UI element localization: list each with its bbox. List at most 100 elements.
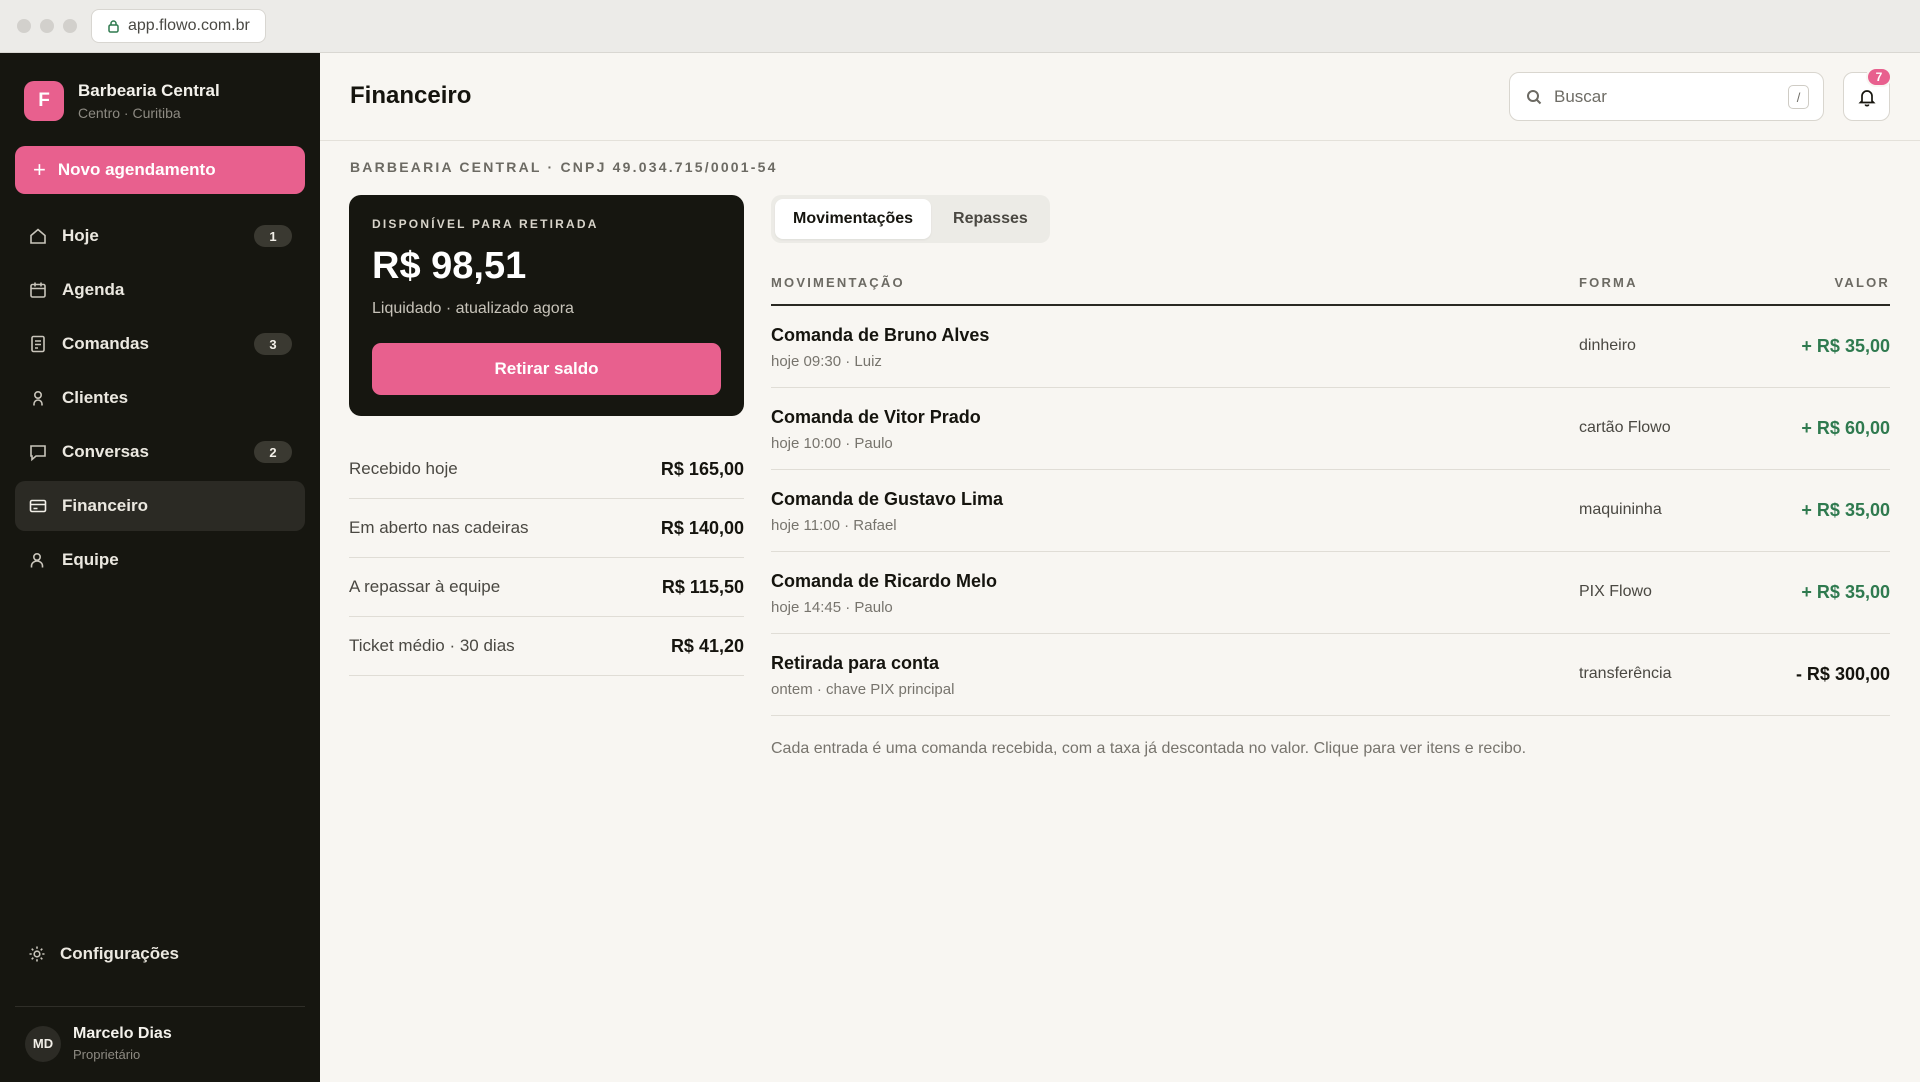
sidebar-item-label: Conversas (62, 442, 149, 461)
receipt-icon (27, 333, 49, 355)
table-row[interactable]: Comanda de Gustavo Lima hoje 11:00 · Raf… (771, 470, 1890, 552)
row-subtitle: ontem · chave PIX principal (771, 681, 955, 698)
avatar: MD (25, 1025, 61, 1062)
person-icon (27, 387, 49, 409)
sidebar-nav: Hoje 1 Agenda Comandas 3 Clientes Conver… (15, 211, 305, 589)
url-text: app.flowo.com.br (128, 17, 250, 34)
stat-row-ticket-medio: Ticket médio · 30 dias R$ 41,20 (349, 617, 744, 676)
column-header-forma: FORMA (1579, 275, 1638, 290)
stats-list: Recebido hoje R$ 165,00 Em aberto nas ca… (349, 440, 744, 676)
tab-bar: Movimentações Repasses (771, 195, 1050, 243)
maximize-window-dot[interactable] (63, 19, 77, 33)
sidebar-item-comandas[interactable]: Comandas 3 (15, 319, 305, 369)
address-bar[interactable]: app.flowo.com.br (91, 9, 266, 43)
new-appointment-label: Novo agendamento (57, 160, 216, 179)
row-method: transferência (1579, 665, 1672, 682)
gear-icon (29, 946, 45, 962)
table-row[interactable]: Comanda de Vitor Prado hoje 10:00 · Paul… (771, 388, 1890, 470)
sidebar: F Barbearia Central Centro · Curitiba + … (0, 53, 320, 1082)
row-subtitle: hoje 09:30 · Luiz (771, 353, 882, 370)
bell-icon (1857, 89, 1876, 107)
calendar-icon (27, 279, 49, 301)
row-title: Comanda de Vitor Prado (771, 407, 981, 427)
app-window: app.flowo.com.br F Barbearia Central Cen… (0, 0, 1920, 1082)
row-method: maquininha (1579, 501, 1662, 518)
tab-repasses[interactable]: Repasses (935, 199, 1046, 239)
user-name: Marcelo Dias (73, 1025, 172, 1042)
search-input[interactable] (1554, 86, 1774, 107)
new-appointment-button[interactable]: + Novo agendamento (15, 146, 305, 194)
stat-value: R$ 165,00 (660, 458, 744, 479)
stat-value: R$ 140,00 (660, 517, 744, 538)
user-role: Proprietário (73, 1047, 141, 1062)
search-icon (1527, 89, 1542, 104)
tab-movimentacoes[interactable]: Movimentações (775, 199, 932, 239)
search-shortcut-key: / (1788, 85, 1809, 109)
minimize-window-dot[interactable] (40, 19, 54, 33)
row-subtitle: hoje 11:00 · Rafael (771, 517, 897, 534)
count-badge: 3 (254, 333, 292, 355)
balance-card: DISPONÍVEL PARA RETIRADA R$ 98,51 Liquid… (349, 195, 744, 416)
sidebar-item-clientes[interactable]: Clientes (15, 373, 305, 423)
stat-label: Em aberto nas cadeiras (349, 518, 529, 537)
stat-value: R$ 115,50 (661, 576, 744, 597)
user-profile[interactable]: MD Marcelo Dias Proprietário (25, 1025, 172, 1062)
sidebar-item-conversas[interactable]: Conversas 2 (15, 427, 305, 477)
table-row[interactable]: Comanda de Bruno Alves hoje 09:30 · Luiz… (771, 306, 1890, 388)
brand[interactable]: F Barbearia Central Centro · Curitiba (24, 81, 220, 121)
table-row[interactable]: Retirada para conta ontem · chave PIX pr… (771, 634, 1890, 716)
stat-row-a-repassar: A repassar à equipe R$ 115,50 (349, 558, 744, 617)
chat-icon (27, 441, 49, 463)
transactions-table: MOVIMENTAÇÃO FORMA VALOR Comanda de Brun… (771, 253, 1890, 716)
sidebar-item-label: Clientes (62, 388, 129, 407)
row-value: + R$ 35,00 (1801, 582, 1890, 602)
row-value: + R$ 60,00 (1801, 418, 1890, 438)
sidebar-item-configuracoes[interactable]: Configurações (27, 944, 179, 964)
row-title: Comanda de Ricardo Melo (771, 571, 998, 591)
row-method: PIX Flowo (1579, 583, 1652, 600)
brand-subtitle: Centro · Curitiba (78, 105, 181, 121)
sidebar-item-label: Equipe (62, 550, 119, 569)
balance-value: R$ 98,51 (372, 245, 527, 287)
sidebar-item-financeiro[interactable]: Financeiro (15, 481, 305, 531)
sidebar-item-label: Financeiro (62, 496, 148, 515)
row-title: Retirada para conta (771, 653, 940, 673)
table-header: MOVIMENTAÇÃO FORMA VALOR (771, 253, 1890, 306)
brand-name: Barbearia Central (78, 81, 220, 100)
sidebar-item-hoje[interactable]: Hoje 1 (15, 211, 305, 261)
plus-icon: + (33, 157, 46, 182)
row-subtitle: hoje 14:45 · Paulo (771, 599, 893, 616)
balance-label: DISPONÍVEL PARA RETIRADA (372, 217, 599, 231)
window-controls (17, 19, 77, 33)
table-footnote: Cada entrada é uma comanda recebida, com… (771, 740, 1527, 757)
sidebar-item-agenda[interactable]: Agenda (15, 265, 305, 315)
brand-logo: F (24, 81, 64, 121)
row-title: Comanda de Gustavo Lima (771, 489, 1004, 509)
home-icon (27, 225, 49, 247)
sidebar-item-label: Comandas (62, 334, 149, 353)
stat-label: Recebido hoje (349, 459, 458, 478)
withdraw-button[interactable]: Retirar saldo (372, 343, 721, 395)
stat-row-recebido-hoje: Recebido hoje R$ 165,00 (349, 440, 744, 499)
company-info: BARBEARIA CENTRAL · CNPJ 49.034.715/0001… (350, 159, 778, 175)
table-row[interactable]: Comanda de Ricardo Melo hoje 14:45 · Pau… (771, 552, 1890, 634)
lock-icon (108, 20, 119, 33)
notification-count-badge: 7 (1866, 67, 1892, 87)
close-window-dot[interactable] (17, 19, 31, 33)
card-icon (27, 495, 49, 517)
team-icon (27, 549, 49, 571)
row-method: cartão Flowo (1579, 419, 1671, 436)
sidebar-item-equipe[interactable]: Equipe (15, 535, 305, 585)
row-method: dinheiro (1579, 337, 1636, 354)
notifications-button[interactable]: 7 (1843, 67, 1892, 121)
stat-label: A repassar à equipe (349, 577, 501, 596)
count-badge: 1 (254, 225, 292, 247)
count-badge: 2 (254, 441, 292, 463)
balance-subtitle: Liquidado · atualizado agora (372, 300, 574, 317)
main-content: Financeiro / 7 BARBEARIA CENTRAL · CNPJ … (320, 53, 1920, 1082)
row-value: + R$ 35,00 (1801, 336, 1890, 356)
row-value: - R$ 300,00 (1795, 664, 1890, 684)
stat-value: R$ 41,20 (670, 635, 744, 656)
search-box[interactable]: / (1509, 72, 1824, 121)
stat-label: Ticket médio · 30 dias (349, 636, 515, 655)
